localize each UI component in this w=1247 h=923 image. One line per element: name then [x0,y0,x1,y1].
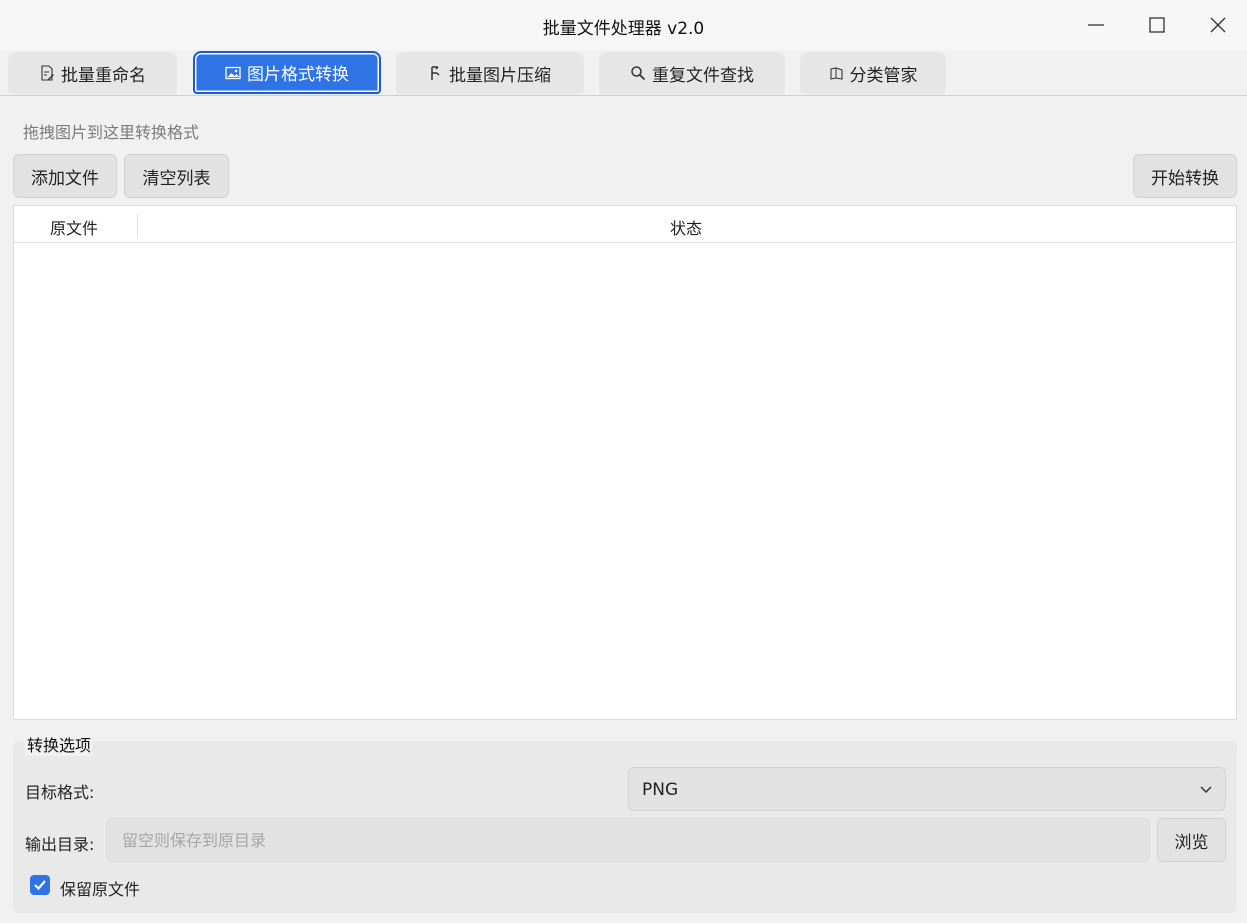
tab-label: 批量图片压缩 [449,65,551,86]
maximize-button[interactable] [1134,8,1180,42]
image-convert-panel: 拖拽图片到这里转换格式 添加文件 清空列表 开始转换 原文件 状态 转换选项 目… [0,97,1247,923]
search-icon [631,66,646,81]
browse-button[interactable]: 浏览 [1157,818,1226,862]
maximize-icon [1149,17,1165,33]
target-format-value: PNG [642,780,679,800]
drop-hint: 拖拽图片到这里转换格式 [23,123,200,142]
tab-image-convert[interactable]: 图片格式转换 [193,51,381,94]
folder-icon [829,66,843,80]
compress-icon [431,66,440,80]
tab-category-manager[interactable]: 分类管家 [800,52,946,94]
close-button[interactable] [1195,8,1241,42]
tab-label: 重复文件查找 [652,65,754,86]
column-header-source-file[interactable]: 原文件 [50,215,98,239]
title-bar: 批量文件处理器 v2.0 [0,0,1247,50]
target-format-select[interactable]: PNG [628,767,1226,811]
minimize-button[interactable] [1073,8,1119,42]
image-icon [225,66,241,79]
table-header: 原文件 状态 [14,206,1236,243]
minimize-icon [1088,24,1104,26]
tab-batch-rename[interactable]: 批量重命名 [8,52,177,94]
options-title: 转换选项 [25,732,94,756]
tab-label: 分类管家 [849,65,918,86]
column-header-status[interactable]: 状态 [670,215,702,239]
file-table[interactable]: 原文件 状态 [13,205,1237,720]
column-divider[interactable] [137,214,138,236]
keep-original-checkbox[interactable] [30,875,50,895]
tab-bar: 批量重命名 图片格式转换 批量图片压缩 重复文件查找 分类管家 [0,50,1247,96]
output-dir-label: 输出目录: [25,835,95,854]
document-edit-icon [41,65,54,81]
tab-label: 批量重命名 [61,65,146,86]
window-title: 批量文件处理器 v2.0 [542,19,705,39]
close-icon [1210,17,1226,33]
target-format-label: 目标格式: [25,783,95,802]
tab-duplicate-finder[interactable]: 重复文件查找 [599,52,785,94]
add-files-button[interactable]: 添加文件 [13,154,117,198]
tab-label: 图片格式转换 [247,65,349,85]
output-dir-input[interactable] [106,818,1150,862]
tab-image-compress[interactable]: 批量图片压缩 [396,52,584,94]
keep-original-label[interactable]: 保留原文件 [60,876,140,900]
checkmark-icon [34,880,46,891]
chevron-down-icon [1200,786,1212,794]
clear-list-button[interactable]: 清空列表 [124,154,229,198]
start-convert-button[interactable]: 开始转换 [1133,154,1237,198]
